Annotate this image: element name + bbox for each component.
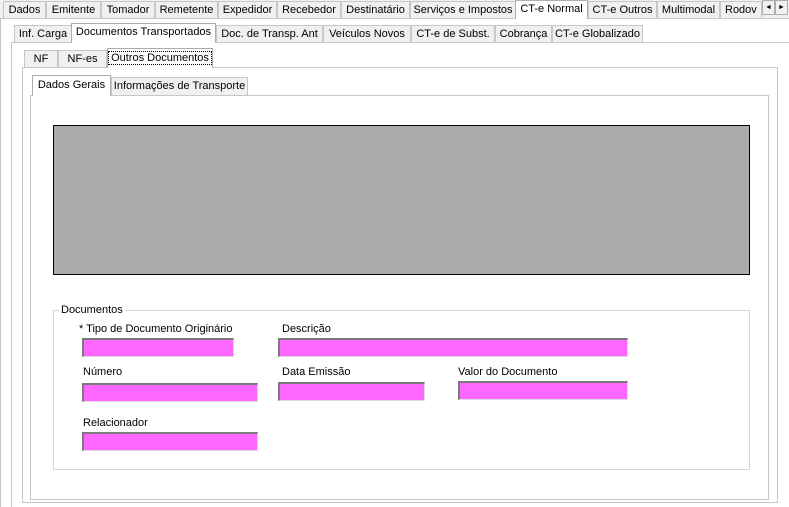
- tab-nf-es[interactable]: NF-es: [58, 50, 107, 67]
- tipo-documento-label: * Tipo de Documento Originário: [79, 323, 233, 335]
- documents-grid[interactable]: [53, 125, 750, 275]
- data-emissao-label: Data Emissão: [282, 366, 351, 378]
- tab-destinatario[interactable]: Destinatário: [341, 1, 410, 18]
- valor-documento-label: Valor do Documento: [458, 366, 558, 378]
- tab-emitente[interactable]: Emitente: [46, 1, 101, 18]
- tab-cte-globalizado[interactable]: CT-e Globalizado: [552, 25, 643, 42]
- top-tab-strip: Dados Emitente Tomador Remetente Expedid…: [0, 0, 789, 19]
- tab-dados-gerais[interactable]: Dados Gerais: [32, 75, 111, 96]
- tab-veiculos-novos[interactable]: Veículos Novos: [323, 25, 411, 42]
- tab-cte-normal[interactable]: CT-e Normal: [515, 0, 588, 19]
- numero-label: Número: [83, 366, 123, 378]
- tab-rodoviario[interactable]: Rodov: [720, 1, 762, 18]
- tab-informacoes-de-transporte[interactable]: Informações de Transporte: [111, 77, 248, 96]
- numero-field[interactable]: [82, 383, 258, 402]
- tab-scroll-right-button[interactable]: ►: [775, 0, 788, 15]
- valor-documento-field[interactable]: [458, 381, 628, 400]
- documentos-group-title: Documentos: [59, 304, 125, 317]
- relacionador-field[interactable]: [82, 432, 258, 451]
- tab-cte-outros[interactable]: CT-e Outros: [588, 1, 657, 18]
- tab-nf[interactable]: NF: [24, 50, 58, 67]
- tab-cobranca[interactable]: Cobrança: [495, 25, 552, 42]
- tab-remetente[interactable]: Remetente: [155, 1, 218, 18]
- tipo-documento-field[interactable]: [82, 338, 234, 357]
- relacionador-label: Relacionador: [83, 417, 148, 429]
- tab-doc-transp-ant[interactable]: Doc. de Transp. Ant: [216, 25, 323, 42]
- tab-tomador[interactable]: Tomador: [101, 1, 155, 18]
- descricao-label: Descrição: [282, 323, 331, 335]
- tab-recebedor[interactable]: Recebedor: [277, 1, 341, 18]
- tab-scroll-left-button[interactable]: ◄: [762, 0, 775, 15]
- tab-cte-de-subst[interactable]: CT-e de Subst.: [411, 25, 495, 42]
- data-emissao-field[interactable]: [278, 382, 425, 401]
- tab-servicos-e-impostos[interactable]: Serviços e Impostos: [410, 1, 516, 18]
- tab-outros-documentos-label: Outros Documentos: [108, 51, 212, 65]
- tab-inf-carga[interactable]: Inf. Carga: [14, 25, 72, 42]
- tab-dados[interactable]: Dados: [3, 1, 46, 18]
- tab-documentos-transportados[interactable]: Documentos Transportados: [71, 23, 216, 43]
- tab-expedidor[interactable]: Expedidor: [218, 1, 277, 18]
- tab-outros-documentos[interactable]: Outros Documentos: [107, 48, 213, 68]
- tab-multimodal[interactable]: Multimodal: [657, 1, 720, 18]
- descricao-field[interactable]: [278, 338, 628, 357]
